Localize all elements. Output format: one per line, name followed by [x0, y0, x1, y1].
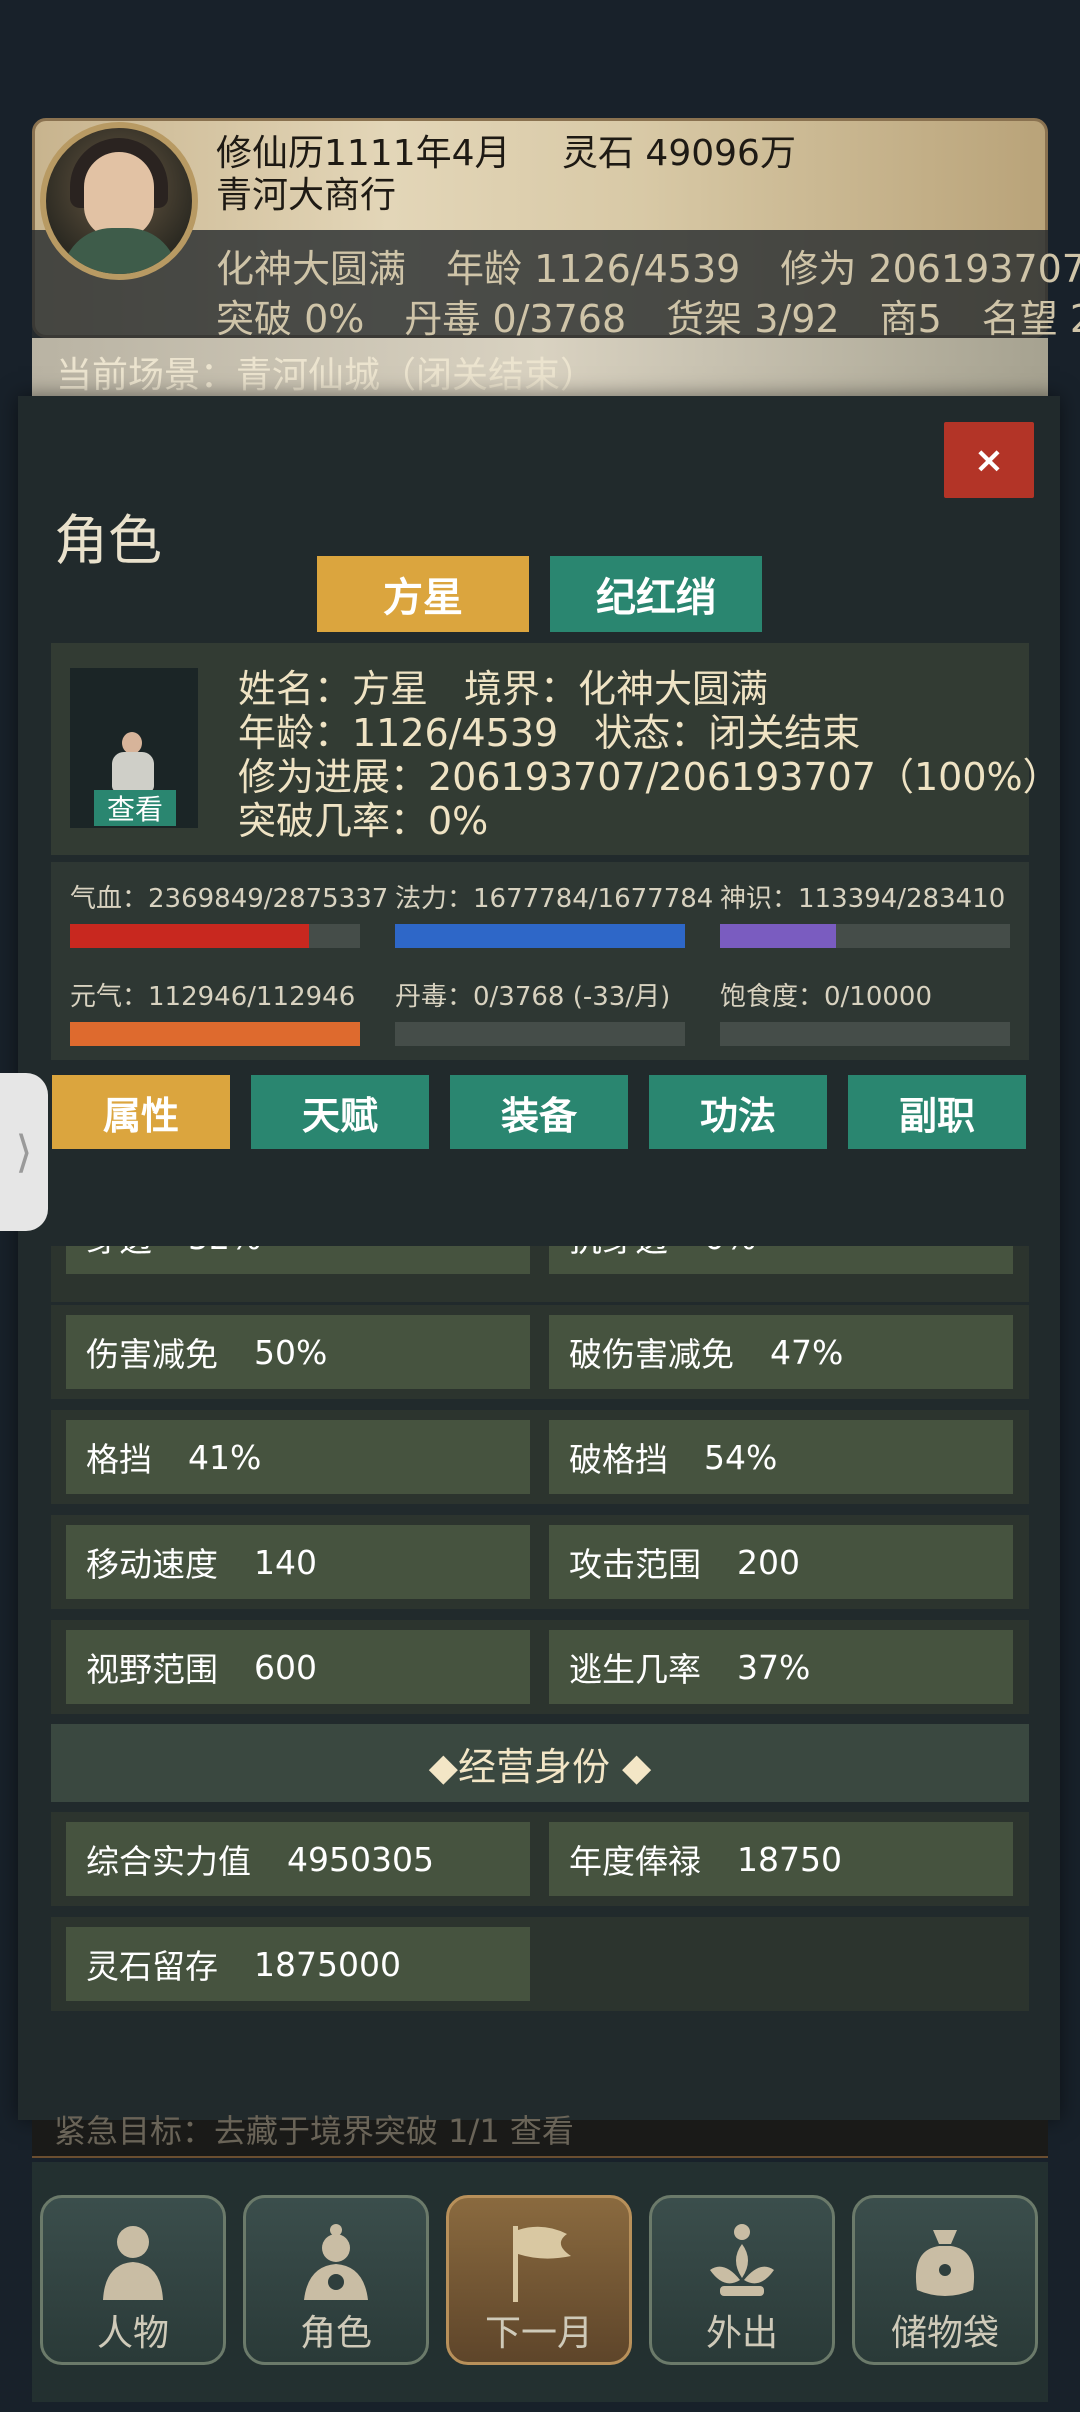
- tab-techniques[interactable]: 功法: [649, 1075, 827, 1149]
- business-cell: 综合实力值 4950305: [66, 1822, 530, 1896]
- player-avatar[interactable]: [40, 122, 198, 280]
- dialog-title: 角色: [54, 509, 162, 572]
- portrait-figure-body: [112, 752, 154, 792]
- toxin-label: 丹毒：0/3768 (-33/月): [395, 982, 671, 1012]
- nav-next-month-button[interactable]: 下一月: [446, 2195, 632, 2365]
- shelves: 货架 3/92: [666, 297, 840, 341]
- flag-icon: [513, 2226, 571, 2302]
- attr-cell: 逃生几率 37%: [549, 1630, 1013, 1704]
- tab-side-job[interactable]: 副职: [848, 1075, 1026, 1149]
- lotus-icon: [710, 2224, 774, 2296]
- stat-bar-fill: [395, 924, 685, 948]
- attr-cell: 破格挡 54%: [549, 1420, 1013, 1494]
- pill-toxin: 丹毒 0/3768: [404, 297, 627, 341]
- nav-role-label: 角色: [299, 2313, 372, 2354]
- tab-talents[interactable]: 天赋: [251, 1075, 429, 1149]
- nav-role-button[interactable]: 角色: [243, 2195, 429, 2365]
- vitality-label: 元气：112946/112946: [70, 982, 356, 1012]
- shop-name: 青河大商行: [216, 175, 397, 216]
- business-cell: 灵石留存 1875000: [66, 1927, 530, 2001]
- vitality-bar: [70, 1022, 360, 1046]
- attr-cell: 视野范围 600: [66, 1630, 530, 1704]
- nav-go-out-label: 外出: [705, 2313, 778, 2354]
- nav-next-month-label: 下一月: [484, 2313, 593, 2354]
- stat-bar-fill: [70, 1022, 360, 1046]
- cultivator-icon: [304, 2224, 368, 2300]
- toxin-bar: [395, 1022, 685, 1046]
- merchant-level: 商5: [879, 297, 942, 341]
- realm: 化神大圆满: [216, 247, 407, 291]
- business-cell: 年度俸禄 18750: [549, 1822, 1013, 1896]
- spirit-sense-label: 神识：113394/283410: [720, 884, 1006, 914]
- attr-cell: 抗穿透0%: [549, 1246, 1013, 1274]
- mana-label: 法力：1677784/1677784: [395, 884, 714, 914]
- spirit-stone-count: 灵石 49096万: [561, 133, 796, 174]
- stat-bar-fill: [70, 924, 309, 948]
- attr-cell: 攻击范围 200: [549, 1525, 1013, 1599]
- fame: 名望 2: [981, 297, 1080, 341]
- side-drawer-handle[interactable]: ⟩: [0, 1073, 48, 1231]
- quest-text: 紧急目标：去藏于境界突破 1/1 查看: [54, 2112, 574, 2150]
- business-section-title: ◆经营身份 ◆: [51, 1724, 1029, 1802]
- nav-person-button[interactable]: 人物: [40, 2195, 226, 2365]
- attr-cell: 破伤害减免 47%: [549, 1315, 1013, 1389]
- portrait-figure: [122, 732, 142, 754]
- satiety-label: 饱食度：0/10000: [720, 982, 933, 1012]
- header-stats-line2: 突破 0% 丹毒 0/3768 货架 3/92 商5 名望 2: [216, 288, 1080, 343]
- stat-bar-fill: [720, 924, 836, 948]
- age: 年龄 1126/4539: [446, 247, 741, 291]
- bag-icon: [915, 2230, 975, 2296]
- hp-bar: [70, 924, 360, 948]
- quest-banner[interactable]: 紧急目标：去藏于境界突破 1/1 查看: [32, 2112, 1048, 2158]
- hp-label: 气血：2369849/2875337: [70, 884, 389, 914]
- view-character-button[interactable]: 查看: [94, 790, 176, 826]
- tab-attributes[interactable]: 属性: [52, 1075, 230, 1149]
- scene-banner: 当前场景：青河仙城（闭关结束）: [32, 338, 1048, 398]
- cultivation: 修为 206193707/: [780, 247, 1080, 291]
- nav-storage-bag-button[interactable]: 储物袋: [852, 2195, 1038, 2365]
- close-button[interactable]: ×: [944, 422, 1034, 498]
- attr-cell: 伤害减免 50%: [66, 1315, 530, 1389]
- spirit-sense-bar: [720, 924, 1010, 948]
- char-breakthrough-rate: 突破几率：0%: [238, 799, 489, 843]
- mana-bar: [395, 924, 685, 948]
- header-stats-line1: 化神大圆满 年龄 1126/4539 修为 206193707/: [216, 238, 1080, 293]
- attr-cell: 格挡 41%: [66, 1420, 530, 1494]
- person-icon: [103, 2226, 163, 2300]
- scene-label: 当前场景：青河仙城（闭关结束）: [56, 355, 597, 396]
- nav-go-out-button[interactable]: 外出: [649, 2195, 835, 2365]
- breakthrough: 突破 0%: [216, 297, 365, 341]
- attribute-list[interactable]: 穿透52% 抗穿透0% 伤害减免50% 破伤害减免47% 格挡41% 破格挡54…: [51, 1246, 1029, 2016]
- nav-storage-bag-label: 储物袋: [890, 2313, 999, 2354]
- character-tab-jihongxiao[interactable]: 纪红绡: [550, 556, 762, 632]
- nav-person-label: 人物: [96, 2313, 169, 2354]
- character-tab-fangxing[interactable]: 方星: [317, 556, 529, 632]
- attr-cell: 移动速度 140: [66, 1525, 530, 1599]
- satiety-bar: [720, 1022, 1010, 1046]
- attr-cell: 穿透52%: [66, 1246, 530, 1274]
- tab-equipment[interactable]: 装备: [450, 1075, 628, 1149]
